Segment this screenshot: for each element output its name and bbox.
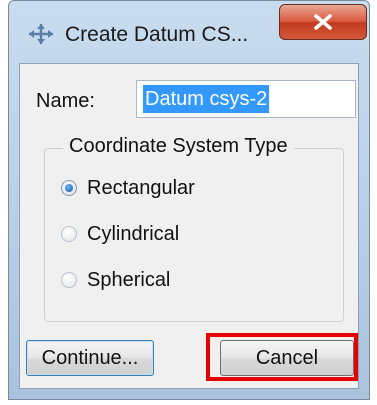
radio-label: Rectangular bbox=[87, 176, 195, 199]
close-button[interactable] bbox=[279, 4, 367, 40]
continue-button[interactable]: Continue... bbox=[26, 340, 154, 376]
radio-rectangular[interactable]: Rectangular bbox=[61, 175, 195, 201]
name-input[interactable]: Datum csys-2 bbox=[136, 80, 356, 118]
group-title: Coordinate System Type bbox=[63, 135, 294, 158]
name-label: Name: bbox=[36, 90, 95, 112]
radio-button-checked[interactable] bbox=[61, 180, 77, 196]
radio-label: Spherical bbox=[87, 268, 171, 291]
close-icon bbox=[312, 13, 334, 31]
radio-button[interactable] bbox=[61, 272, 77, 288]
create-datum-cs-dialog: Create Datum CS... Name: Datum csys-2 Co… bbox=[8, 0, 370, 400]
cancel-button[interactable]: Cancel bbox=[220, 340, 354, 376]
name-input-value: Datum csys-2 bbox=[143, 85, 270, 113]
coordinate-system-type-group: Coordinate System Type Rectangular Cylin… bbox=[44, 135, 344, 322]
radio-spherical[interactable]: Spherical bbox=[61, 267, 170, 293]
dialog-content: Name: Datum csys-2 Coordinate System Typ… bbox=[19, 63, 359, 389]
datum-csys-icon bbox=[27, 23, 55, 45]
radio-label: Cylindrical bbox=[87, 222, 180, 245]
radio-cylindrical[interactable]: Cylindrical bbox=[61, 221, 179, 247]
window-title: Create Datum CS... bbox=[65, 23, 249, 46]
radio-button[interactable] bbox=[61, 226, 77, 242]
title-bar[interactable]: Create Datum CS... bbox=[9, 1, 369, 63]
